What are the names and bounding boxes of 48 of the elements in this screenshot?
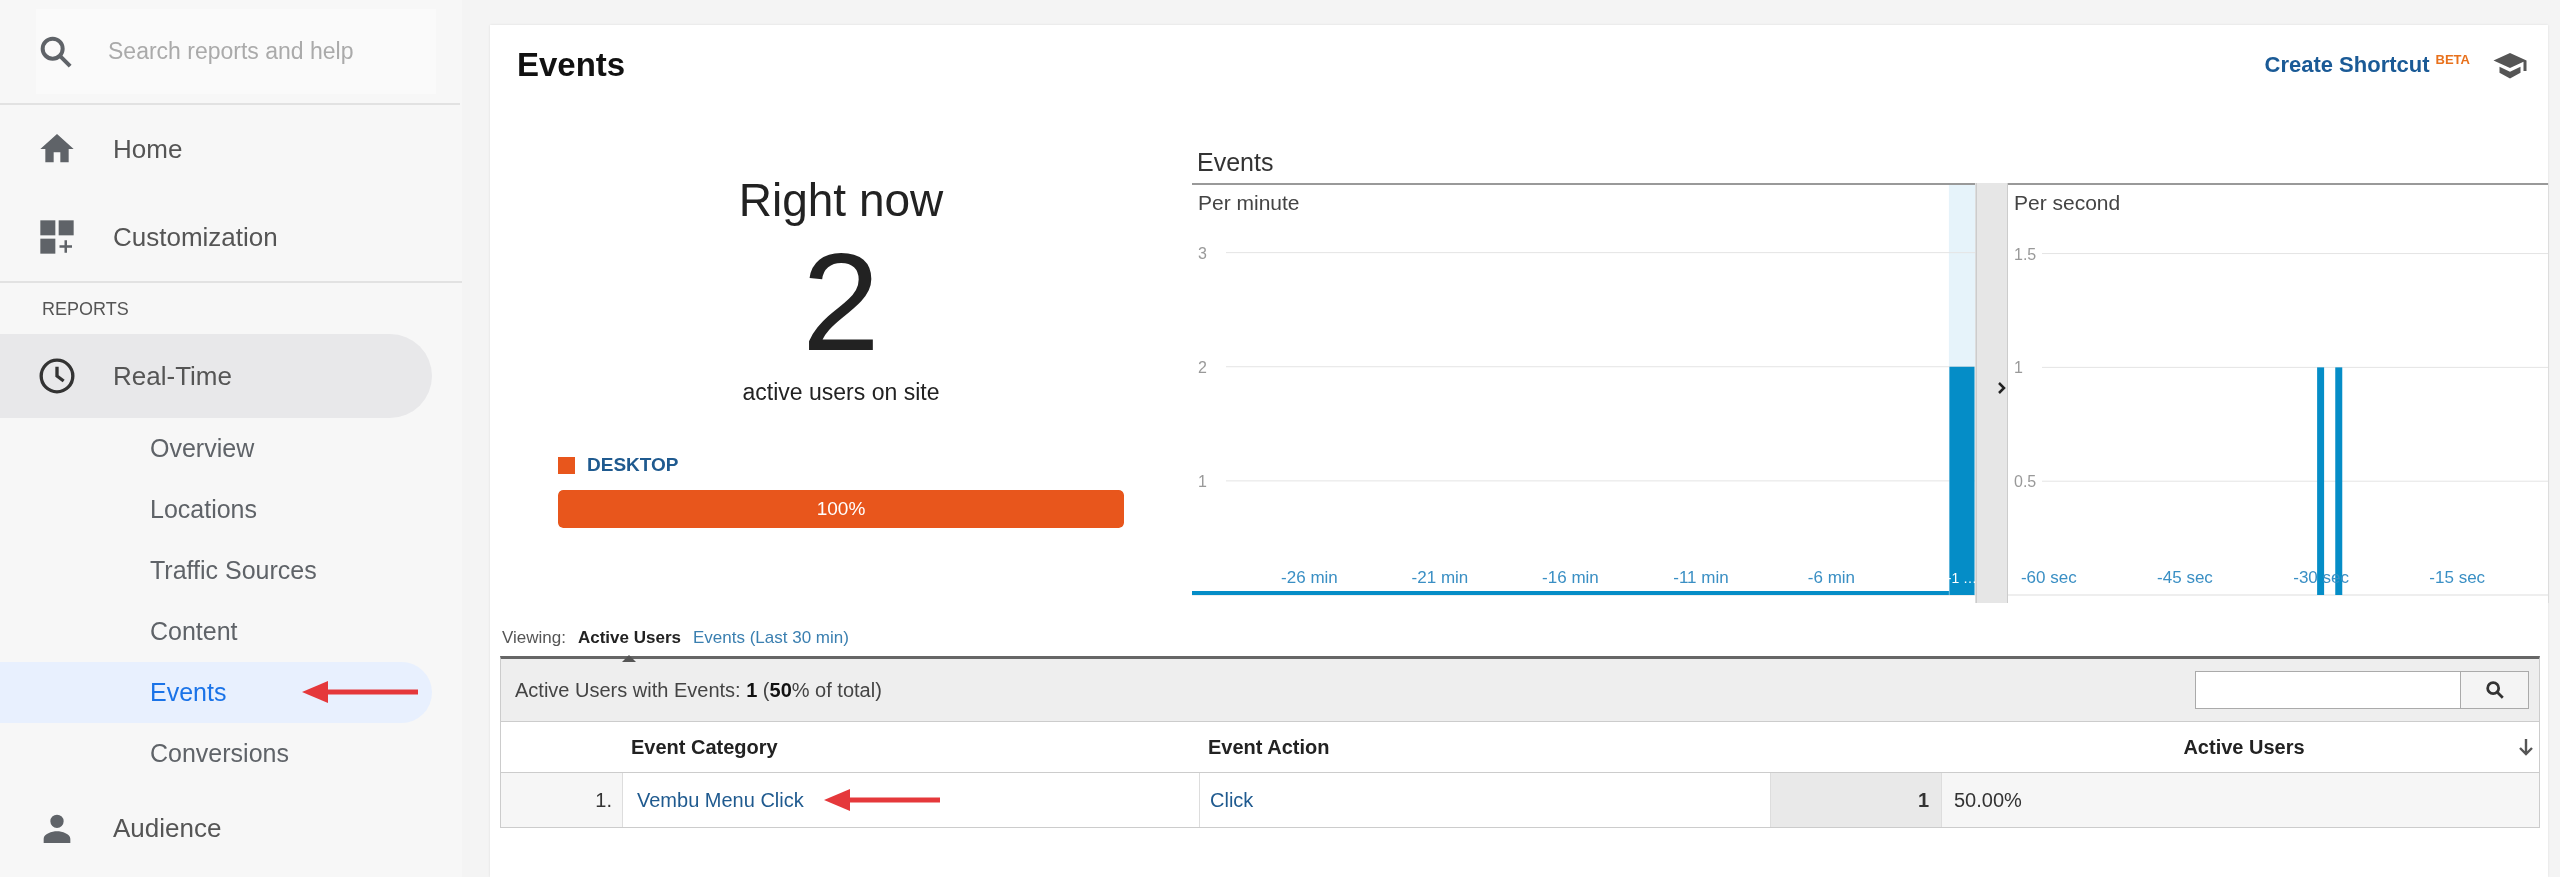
event-category-link[interactable]: Vembu Menu Click	[637, 788, 804, 812]
x-tick-label: -15 sec	[2429, 568, 2486, 587]
device-label: DESKTOP	[587, 454, 679, 476]
search-field[interactable]: Search reports and help	[106, 37, 410, 66]
page-title: Events	[517, 46, 627, 84]
nav-item[interactable]: Home	[0, 105, 432, 193]
y-tick-label: 0.5	[2014, 473, 2037, 491]
x-tick-label: -11 min	[1673, 568, 1729, 587]
nav-item[interactable]: Real-Time	[0, 334, 432, 418]
device-share-fill: 100%	[558, 490, 1124, 528]
column-header[interactable]: Event Category	[631, 735, 778, 759]
y-tick-label: 2	[1198, 358, 1207, 376]
section-label: REPORTS	[41, 298, 130, 321]
x-tick-label: -60 sec	[2020, 568, 2077, 587]
nav-subitem[interactable]: Events	[0, 662, 432, 723]
active-users-caption: active users on site	[742, 379, 940, 406]
active-users-count: 2	[802, 227, 880, 377]
active-users-cell: 1	[1771, 773, 1942, 827]
x-tick-label: -21 min	[1411, 568, 1469, 587]
y-tick-label: 3	[1198, 244, 1207, 262]
summary-text: Active Users with Events: 1 (50% of total)	[515, 678, 882, 702]
nav-item[interactable]: Audience	[0, 784, 432, 872]
nav-subitem[interactable]: Conversions	[0, 723, 432, 784]
right-now-heading: Right now	[738, 173, 944, 227]
panel-label: Per minute	[1198, 191, 1300, 215]
nav-subitem[interactable]: Traffic Sources	[0, 540, 432, 601]
event-action-link[interactable]: Click	[1210, 788, 1254, 812]
x-tick-label: -6 min	[1807, 568, 1856, 587]
y-tick-label: 1	[2014, 359, 2023, 377]
x-tick-label: -16 min	[1542, 568, 1599, 587]
nav-subitem[interactable]: Locations	[0, 479, 432, 540]
nav-subitem[interactable]: Overview	[0, 418, 432, 479]
chart-title: Events	[1196, 147, 1275, 178]
view-tab[interactable]: Events (Last 30 min)	[692, 628, 849, 662]
nav-subitem[interactable]: Content	[0, 601, 432, 662]
y-tick-label: 1	[1198, 472, 1207, 490]
panel-label: Per second	[2014, 191, 2121, 215]
row-index: 1.	[501, 773, 623, 827]
viewing-label: Viewing:	[502, 628, 566, 648]
column-header[interactable]: Event Action	[1208, 735, 1330, 759]
create-shortcut-link[interactable]: Create Shortcut $^{BETA}$	[2264, 51, 2470, 79]
share-cell: 50.00%	[1942, 773, 2539, 827]
x-tick-label: -26 min	[1281, 568, 1338, 587]
view-tab[interactable]: Active Users	[577, 628, 681, 662]
x-tick-label: -45 sec	[2157, 568, 2213, 587]
column-header[interactable]: Active Users	[2183, 735, 2305, 759]
nav-item[interactable]: Customization	[0, 193, 432, 281]
y-tick-label: 1.5	[2014, 245, 2037, 263]
